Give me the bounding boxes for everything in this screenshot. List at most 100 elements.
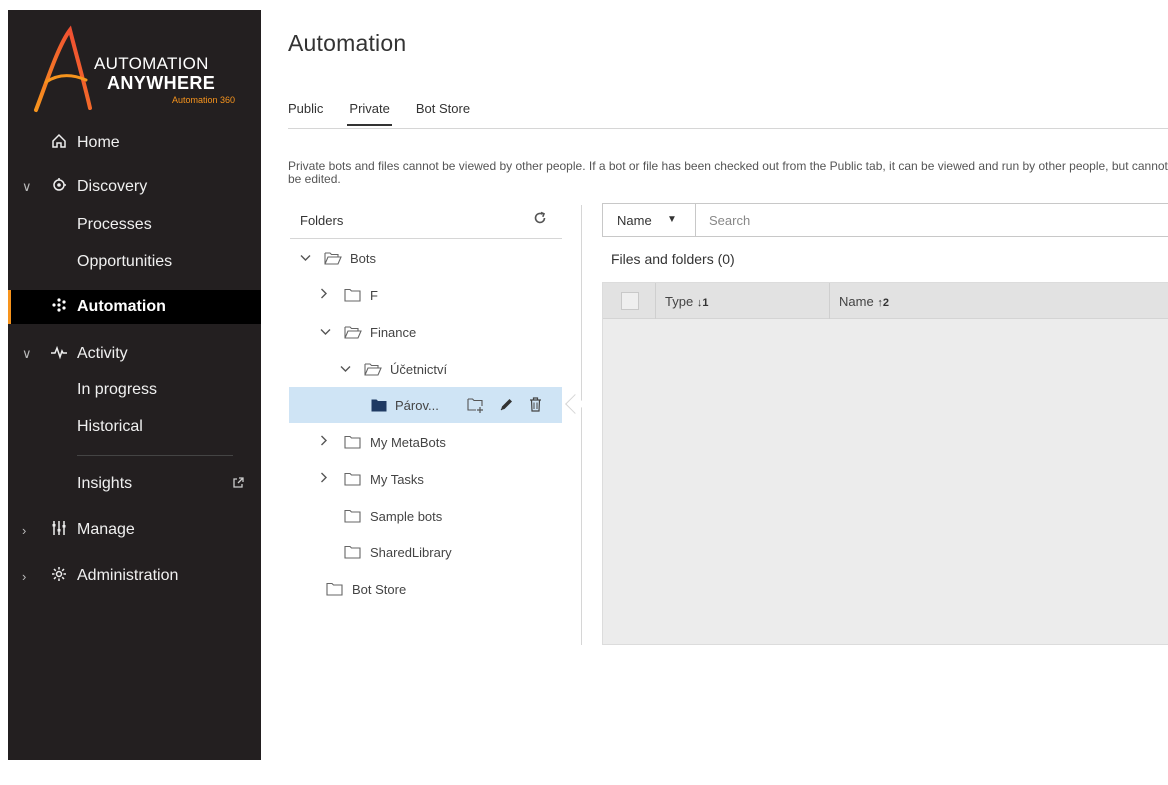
- sidebar-item-label: Automation: [77, 298, 166, 315]
- sidebar-item-insights[interactable]: Insights: [8, 467, 261, 501]
- tree-item-label: Finance: [370, 324, 417, 340]
- discovery-icon: [50, 177, 68, 198]
- tree-item-label: SharedLibrary: [370, 544, 452, 560]
- column-label: Type: [665, 294, 694, 309]
- administration-icon: [50, 566, 68, 587]
- folders-divider: [290, 238, 562, 239]
- sort-indicator: ↑2: [877, 297, 889, 309]
- folder-filled-icon: [371, 399, 387, 415]
- tree-item-label: Bots: [350, 250, 377, 266]
- sidebar-item-processes[interactable]: Processes: [8, 208, 261, 242]
- logo-text-anywhere: ANYWHERE: [107, 73, 216, 93]
- folder-icon: [344, 435, 362, 452]
- logo-text-automation: AUTOMATION: [94, 54, 209, 73]
- sidebar-item-in-progress[interactable]: In progress: [8, 373, 261, 407]
- delete-icon[interactable]: [529, 397, 542, 415]
- sidebar-item-home[interactable]: Home: [8, 126, 261, 160]
- folder-icon: [344, 509, 362, 526]
- chevron-right-icon: ›: [22, 522, 27, 538]
- tree-item-label: Účetnictví: [390, 361, 448, 377]
- files-table: Type ↓1 Name ↑2: [602, 282, 1168, 645]
- tree-item-label: Sample bots: [370, 508, 443, 524]
- caret-down-icon: ▼: [667, 214, 677, 225]
- refresh-icon[interactable]: [533, 211, 547, 228]
- tree-item-bots[interactable]: Bots: [290, 240, 562, 276]
- tree-item-label: Párov...: [395, 397, 439, 413]
- chevron-down-icon[interactable]: [340, 362, 351, 376]
- chevron-right-icon[interactable]: [320, 472, 328, 486]
- tree-item-parov-selected[interactable]: Párov...: [289, 387, 562, 423]
- external-link-icon: [233, 477, 244, 491]
- add-folder-icon[interactable]: [467, 397, 485, 416]
- search-field-select[interactable]: Name ▼: [603, 204, 696, 236]
- sidebar-divider: [77, 455, 233, 456]
- tree-item-my-tasks[interactable]: My Tasks: [290, 461, 562, 497]
- sidebar: AUTOMATION ANYWHERE Automation 360 Home …: [8, 10, 261, 760]
- private-info-text: Private bots and files cannot be viewed …: [288, 159, 1168, 186]
- edit-icon[interactable]: [499, 397, 514, 415]
- sidebar-item-label: Home: [77, 134, 120, 151]
- folder-icon: [344, 472, 362, 489]
- folder-open-icon: [364, 362, 382, 379]
- sidebar-item-label: Insights: [77, 475, 133, 492]
- sidebar-item-label: Manage: [77, 521, 135, 538]
- sidebar-item-label: In progress: [77, 381, 158, 398]
- search-field-value: Name: [617, 212, 652, 228]
- table-header: Type ↓1 Name ↑2: [603, 283, 1168, 319]
- logo-text-product: Automation 360: [172, 95, 236, 105]
- tab-private[interactable]: Private: [347, 101, 393, 126]
- chevron-right-icon[interactable]: [320, 288, 328, 302]
- tab-public[interactable]: Public: [288, 101, 323, 126]
- page-title: Automation: [288, 30, 407, 56]
- column-header-type[interactable]: Type ↓1: [665, 294, 708, 309]
- tree-item-label: My Tasks: [370, 471, 424, 487]
- tree-item-sharedlibrary[interactable]: SharedLibrary: [290, 534, 562, 570]
- sidebar-item-label: Administration: [77, 567, 179, 584]
- folder-icon: [344, 545, 362, 562]
- tree-item-f[interactable]: F: [290, 277, 562, 313]
- folder-open-icon: [344, 325, 362, 342]
- search-input[interactable]: [697, 204, 1167, 236]
- home-icon: [50, 133, 68, 154]
- chevron-down-icon: ∨: [22, 179, 32, 194]
- sidebar-item-opportunities[interactable]: Opportunities: [8, 245, 261, 279]
- files-and-folders-title: Files and folders (0): [611, 251, 735, 267]
- tab-bot-store[interactable]: Bot Store: [416, 101, 470, 126]
- tree-item-my-metabots[interactable]: My MetaBots: [290, 424, 562, 460]
- automation-anywhere-logo[interactable]: AUTOMATION ANYWHERE Automation 360: [32, 24, 242, 116]
- column-header-name[interactable]: Name ↑2: [839, 294, 889, 309]
- tree-item-bot-store[interactable]: Bot Store: [290, 571, 562, 607]
- sidebar-item-automation[interactable]: Automation: [8, 290, 261, 324]
- tree-item-ucetnictvi[interactable]: Účetnictví: [290, 351, 562, 387]
- column-label: Name: [839, 294, 874, 309]
- chevron-down-icon[interactable]: [300, 251, 311, 265]
- column-separator: [829, 283, 830, 319]
- tree-item-sample-bots[interactable]: Sample bots: [290, 498, 562, 534]
- automation-icon: [50, 297, 68, 318]
- sidebar-item-manage[interactable]: › Manage: [8, 513, 261, 547]
- column-separator: [655, 283, 656, 319]
- sidebar-item-label: Historical: [77, 418, 143, 435]
- chevron-down-icon: ∨: [22, 346, 32, 361]
- sidebar-item-administration[interactable]: › Administration: [8, 559, 261, 593]
- manage-icon: [50, 520, 68, 541]
- sidebar-item-historical[interactable]: Historical: [8, 410, 261, 444]
- tree-item-label: F: [370, 287, 378, 303]
- folder-icon: [344, 288, 362, 305]
- folder-icon: [326, 582, 344, 599]
- sort-indicator: ↓1: [696, 297, 709, 309]
- select-all-checkbox[interactable]: [621, 292, 639, 310]
- sidebar-item-discovery[interactable]: ∨ Discovery: [8, 170, 261, 204]
- chevron-right-icon[interactable]: [320, 435, 328, 449]
- tab-divider: [288, 128, 1168, 129]
- tab-bar: Public Private Bot Store: [288, 101, 496, 126]
- sidebar-item-label: Opportunities: [77, 253, 173, 270]
- tree-item-label: Bot Store: [352, 581, 407, 597]
- chevron-right-icon: ›: [22, 568, 27, 584]
- sidebar-item-activity[interactable]: ∨ Activity: [8, 337, 261, 371]
- chevron-down-icon[interactable]: [320, 325, 331, 339]
- tree-item-finance[interactable]: Finance: [290, 314, 562, 350]
- folder-open-icon: [324, 251, 342, 268]
- panel-divider: [581, 205, 582, 645]
- tree-item-label: My MetaBots: [370, 434, 446, 450]
